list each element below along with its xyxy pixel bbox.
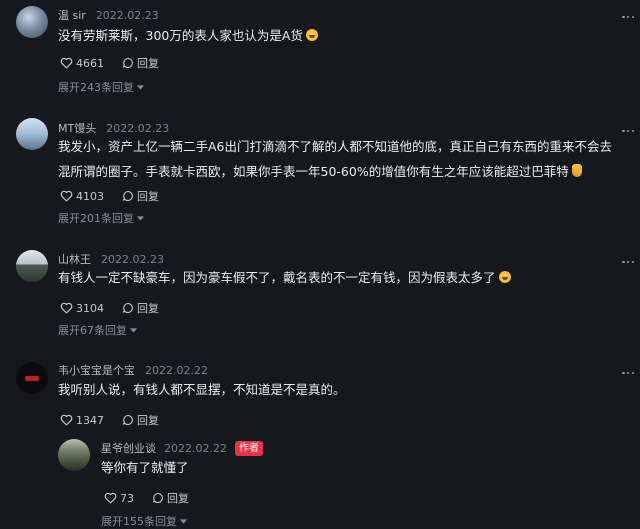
reply-button[interactable]: 回复	[122, 188, 159, 204]
like-button[interactable]: 4661	[60, 57, 104, 70]
like-count: 73	[120, 491, 134, 505]
more-options-icon[interactable]	[622, 367, 634, 379]
expand-replies-button[interactable]: 展开243条回复	[58, 79, 144, 95]
comment-text: 我听别人说，有钱人都不显摆，不知道是不是真的。	[58, 382, 346, 397]
username[interactable]: 韦小宝宝是个宝	[58, 362, 135, 378]
more-options-icon[interactable]	[622, 256, 634, 268]
reply-label: 回复	[137, 190, 159, 203]
comment-date: 2022.02.22	[145, 363, 208, 377]
avatar[interactable]	[16, 118, 48, 150]
reply-button[interactable]: 回复	[122, 300, 159, 316]
heart-icon	[60, 414, 73, 426]
username[interactable]: 星爷创业谈	[101, 440, 156, 456]
expand-replies-button[interactable]: 展开155条回复	[101, 513, 187, 529]
reply-bubble-icon	[122, 302, 133, 314]
reply-label: 回复	[137, 302, 159, 315]
reply-bubble-icon	[122, 414, 133, 426]
expand-replies-button[interactable]: 展开67条回复	[58, 322, 137, 338]
heart-icon	[60, 190, 73, 202]
comment-date: 2022.02.23	[95, 8, 159, 22]
chevron-down-icon	[137, 84, 144, 90]
reply-label: 回复	[167, 492, 189, 505]
expand-replies-label: 展开243条回复	[58, 81, 134, 94]
like-button[interactable]: 1347	[60, 414, 104, 427]
username[interactable]: 温 sir	[58, 7, 86, 23]
more-options-icon[interactable]	[622, 125, 634, 137]
comment-date: 2022.02.22	[164, 441, 227, 455]
heart-icon	[60, 57, 73, 69]
laughing-tears-emoji	[305, 29, 318, 41]
avatar[interactable]	[16, 250, 48, 282]
laughing-tears-emoji	[498, 271, 511, 283]
reply-button[interactable]: 回复	[152, 490, 189, 506]
like-count: 4103	[76, 189, 104, 203]
avatar[interactable]	[58, 439, 90, 471]
reply-button[interactable]: 回复	[122, 55, 159, 71]
comment-date: 2022.02.23	[106, 121, 170, 135]
reply-button[interactable]: 回复	[122, 412, 159, 428]
thumbs-up-emoji	[571, 164, 582, 177]
reply-label: 回复	[137, 414, 159, 427]
like-count: 4661	[76, 56, 104, 70]
expand-replies-button[interactable]: 展开201条回复	[58, 210, 144, 226]
reply-label: 回复	[137, 57, 159, 70]
chevron-down-icon	[130, 327, 137, 333]
reply-bubble-icon	[152, 492, 163, 504]
comment-text: 没有劳斯莱斯，300万的表人家也认为是A货	[58, 23, 618, 48]
heart-icon	[60, 302, 73, 314]
expand-replies-label: 展开201条回复	[58, 212, 134, 225]
like-button[interactable]: 3104	[60, 302, 104, 315]
reply-bubble-icon	[122, 57, 133, 69]
author-badge: 作者	[234, 440, 263, 456]
chevron-down-icon	[180, 518, 187, 524]
comment-date: 2022.02.23	[101, 252, 164, 266]
avatar[interactable]	[16, 362, 48, 394]
like-count: 1347	[76, 413, 104, 427]
like-button[interactable]: 4103	[60, 190, 104, 203]
chevron-down-icon	[137, 215, 144, 221]
comment-text: 有钱人一定不缺豪车，因为豪车假不了，戴名表的不一定有钱，因为假表太多了	[58, 265, 623, 290]
more-options-icon[interactable]	[622, 11, 634, 23]
comment-text: 我发小，资产上亿一辆二手A6出门打滴滴不了解的人都不知道他的底，真正自己有东西的…	[58, 139, 613, 179]
reply-text: 等你有了就懂了	[101, 460, 189, 475]
reply-bubble-icon	[122, 190, 133, 202]
expand-replies-label: 展开155条回复	[101, 515, 177, 528]
expand-replies-label: 展开67条回复	[58, 324, 127, 337]
avatar[interactable]	[16, 6, 48, 38]
heart-icon	[104, 492, 117, 504]
like-button[interactable]: 73	[104, 492, 134, 505]
like-count: 3104	[76, 301, 104, 315]
